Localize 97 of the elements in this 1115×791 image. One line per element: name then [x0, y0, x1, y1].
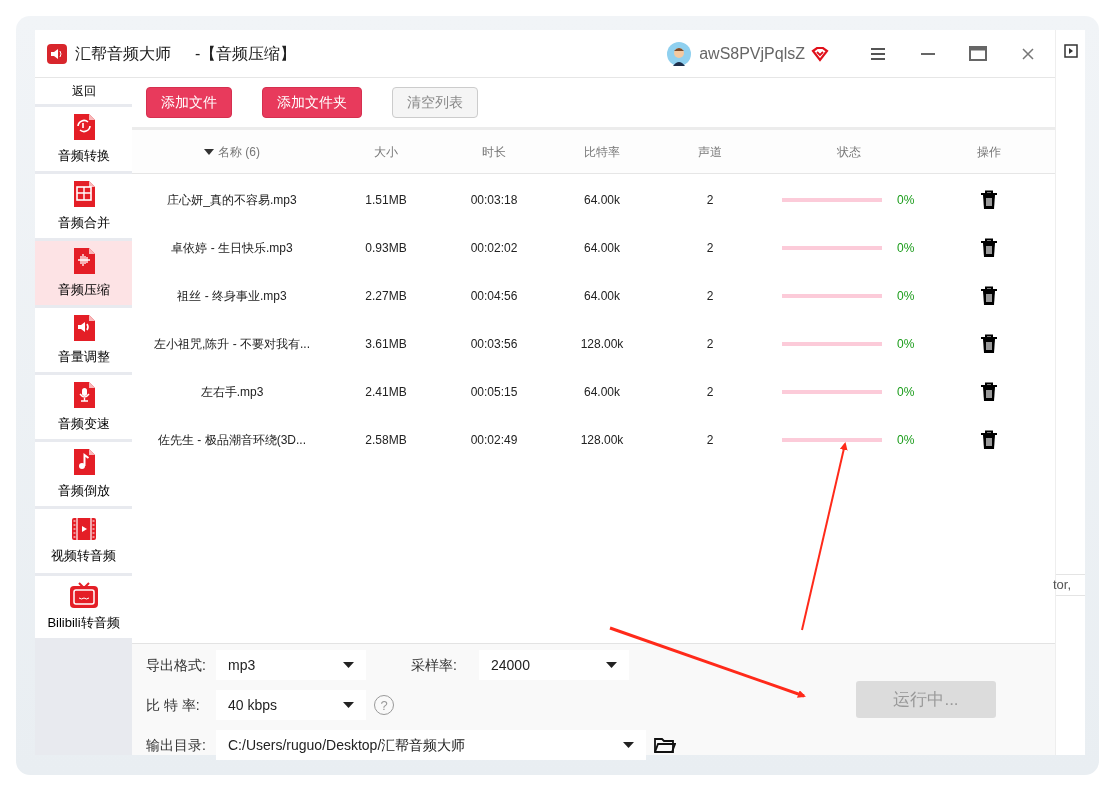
sidebar-label: 视频转音频 [51, 547, 116, 566]
table-cell-text: 2 [705, 288, 715, 305]
progress-percent: 0% [897, 240, 915, 257]
sidebar-item[interactable]: 音频转换 [35, 107, 132, 171]
sidebar-label: 音频倒放 [57, 482, 110, 501]
back-button[interactable]: 返回 [35, 78, 132, 104]
field-label: 输出目录: [146, 735, 207, 755]
delete-button[interactable] [979, 381, 999, 403]
sidebar-item[interactable]: 音量调整 [35, 308, 132, 372]
table-cell-text: 64.00k [583, 240, 621, 257]
vip-diamond-icon [811, 45, 829, 62]
delete-button[interactable] [979, 237, 999, 259]
dropdown-field[interactable]: mp3 [216, 650, 366, 680]
table-cell-text: 2.27MB [364, 288, 408, 305]
add-button[interactable]: 添加文件夹 [262, 87, 362, 118]
table-cell-text: 2.41MB [364, 384, 408, 401]
sidebar-item[interactable]: 音频压缩 [35, 241, 132, 305]
field-label: 采样率: [411, 655, 458, 675]
add-button[interactable]: 添加文件 [146, 87, 232, 118]
progress-percent: 0% [897, 384, 915, 401]
delete-button[interactable] [979, 285, 999, 307]
dropdown-value: 24000 [491, 655, 530, 675]
sidebar-label: 音频压缩 [57, 281, 110, 300]
dropdown-field[interactable]: C:/Users/ruguo/Desktop/汇帮音频大师 [216, 730, 646, 760]
table-cell-text: 左小祖咒,陈升 - 不要对我有... [153, 336, 311, 353]
delete-button[interactable] [979, 333, 999, 355]
caret-down-icon [623, 742, 634, 748]
sidebar-label: 音频转换 [57, 147, 110, 166]
table-cell-text: 00:02:49 [469, 432, 519, 449]
table-cell-text: 00:04:56 [469, 288, 519, 305]
column-header[interactable]: 声道 [656, 142, 764, 161]
column-header[interactable]: 操作 [934, 142, 1044, 161]
field-label: 导出格式: [146, 655, 207, 675]
tv-icon [68, 581, 99, 610]
app-title: 汇帮音频大师 [75, 43, 171, 64]
table-cell-text: 2 [705, 384, 715, 401]
table-cell-text: 庄心妍_真的不容易.mp3 [166, 192, 298, 209]
sidebar-label: 音频变速 [57, 415, 110, 434]
table-cell-text: 00:02:02 [469, 240, 519, 257]
table-cell-text: 64.00k [583, 288, 621, 305]
dropdown-field[interactable]: 40 kbps [216, 690, 366, 720]
table-cell-text: 1.51MB [364, 192, 408, 209]
table-cell-text: 2 [705, 432, 715, 449]
sidebar-item[interactable]: 视频转音频 [35, 509, 132, 573]
sort-caret-icon [204, 148, 214, 155]
field-label: 比 特 率: [146, 695, 201, 715]
dropdown-field[interactable]: 24000 [479, 650, 629, 680]
table-cell-text: 64.00k [583, 384, 621, 401]
avatar-icon [667, 41, 692, 66]
caret-down-icon [343, 662, 354, 668]
window-subtitle: -【音频压缩】 [195, 43, 297, 64]
table-cell-text: 128.00k [579, 432, 625, 449]
table-cell-text: 2.58MB [364, 432, 408, 449]
column-header[interactable]: 状态 [764, 142, 934, 161]
sidebar-label: 音频合并 [57, 214, 110, 233]
delete-button[interactable] [979, 189, 999, 211]
sidebar-label: 音量调整 [57, 348, 110, 367]
table-cell-text: 64.00k [583, 192, 621, 209]
table-cell-text: 0.93MB [364, 240, 408, 257]
table-cell-text: 佐先生 - 极品潮音环绕(3D... [157, 432, 307, 449]
play-icon [1064, 44, 1078, 58]
caret-down-icon [343, 702, 354, 708]
sidebar-item[interactable]: 音频合并 [35, 174, 132, 238]
table-cell-text: 左右手.mp3 [199, 384, 265, 401]
column-header[interactable]: 大小 [332, 142, 440, 161]
sidebar-item[interactable]: 音频倒放 [35, 442, 132, 506]
sidebar-label: Bilibili转音频 [47, 614, 120, 633]
table-cell-text: 00:05:15 [469, 384, 519, 401]
sidebar-item[interactable]: Bilibili转音频 [35, 576, 132, 638]
column-header[interactable]: 名称 (6) [204, 142, 260, 161]
speaker-logo-icon [47, 43, 67, 64]
dropdown-value: mp3 [228, 655, 256, 675]
progress-percent: 0% [897, 288, 915, 305]
dropdown-value: C:/Users/ruguo/Desktop/汇帮音频大师 [228, 735, 466, 755]
delete-button[interactable] [979, 429, 999, 451]
folder-icon [654, 736, 676, 754]
column-header[interactable]: 比特率 [548, 142, 656, 161]
table-cell-text: 128.00k [579, 336, 625, 353]
column-header[interactable]: 时长 [440, 142, 548, 161]
progress-percent: 0% [897, 192, 915, 209]
film-icon [70, 516, 97, 543]
username: awS8PVjPqlsZ [699, 43, 805, 64]
progress-percent: 0% [897, 432, 915, 449]
table-cell-text: 卓依婷 - 生日快乐.mp3 [170, 240, 294, 257]
table-cell-text: 00:03:56 [469, 336, 519, 353]
progress-percent: 0% [897, 336, 915, 353]
background-text: tor, [1053, 576, 1072, 595]
table-cell-text: 2 [705, 240, 715, 257]
table-cell-text: 00:03:18 [469, 192, 519, 209]
table-cell-text: 2 [705, 336, 715, 353]
table-cell-text: 祖丝 - 终身事业.mp3 [176, 288, 288, 305]
table-cell-text: 2 [705, 192, 715, 209]
column-label: 名称 (6) [218, 143, 260, 161]
sidebar-item[interactable]: 音频变速 [35, 375, 132, 439]
dropdown-value: 40 kbps [228, 695, 278, 715]
caret-down-icon [606, 662, 617, 668]
table-cell-text: 3.61MB [364, 336, 408, 353]
